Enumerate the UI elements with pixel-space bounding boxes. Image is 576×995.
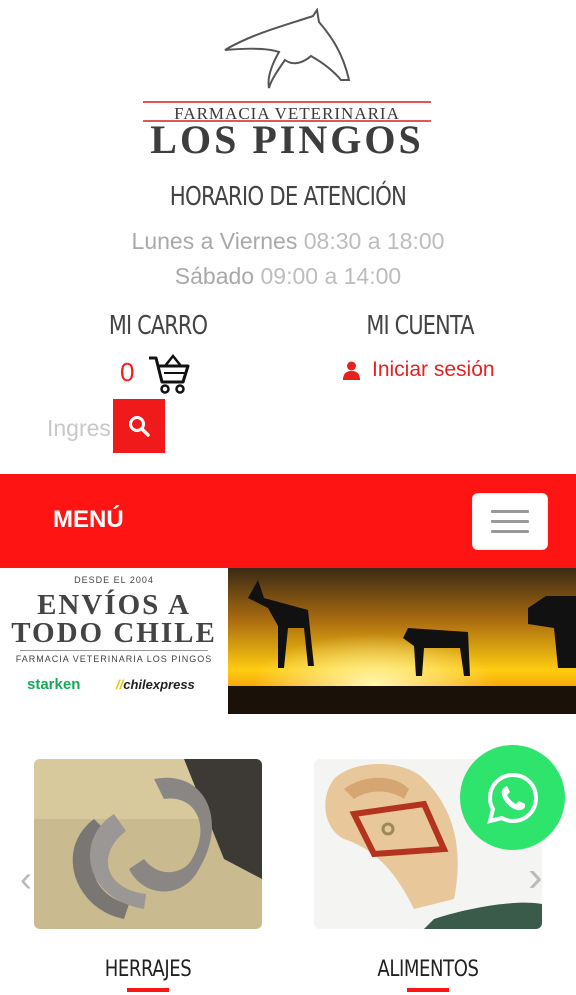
cart-title: MI CARRO — [108, 311, 208, 341]
shopping-cart-icon[interactable] — [147, 352, 191, 396]
banner-line2: TODO CHILE — [11, 617, 217, 649]
menu-toggle-button[interactable] — [472, 493, 548, 550]
banner-since: DESDE EL 2004 — [74, 575, 154, 585]
category-alimentos-label[interactable]: ALIMENTOS — [335, 957, 522, 982]
chevron-left-icon[interactable]: ‹ — [20, 858, 32, 900]
banner-line1: ENVÍOS A — [37, 589, 191, 621]
search-button[interactable] — [113, 399, 165, 453]
whatsapp-button[interactable] — [460, 745, 565, 850]
starken-logo: starken — [27, 676, 81, 693]
hours-weekdays: Lunes a Viernes 08:30 a 18:00 — [131, 228, 445, 254]
chevron-right-icon[interactable]: › — [528, 852, 543, 902]
account-title: MI CUENTA — [366, 311, 474, 341]
search-icon — [129, 416, 150, 437]
hamburger-icon — [491, 510, 529, 513]
category-herrajes-label[interactable]: HERRAJES — [55, 957, 242, 982]
category-underline — [407, 988, 449, 992]
logo-name: LOS PINGOS — [150, 117, 424, 162]
whatsapp-icon — [486, 772, 538, 824]
horses-sunset-image — [228, 568, 576, 714]
banner-footer: FARMACIA VETERINARIA LOS PINGOS — [15, 654, 213, 664]
category-underline — [127, 988, 169, 992]
hours-saturday: Sábado 09:00 a 14:00 — [174, 263, 402, 289]
cart-count[interactable]: 0 — [120, 357, 134, 388]
hours-title: HORARIO DE ATENCIÓN — [169, 182, 407, 212]
login-link[interactable]: Iniciar sesión — [343, 358, 495, 382]
user-icon — [343, 361, 360, 380]
chilexpress-logo: //chilexpress — [116, 677, 195, 692]
shipping-banner[interactable]: DESDE EL 2004 ENVÍOS A TODO CHILE FARMAC… — [0, 568, 228, 714]
search-input[interactable] — [47, 408, 110, 448]
category-herrajes-image[interactable] — [34, 759, 262, 929]
login-label: Iniciar sesión — [372, 358, 495, 381]
menu-label[interactable]: MENÚ — [53, 506, 124, 534]
